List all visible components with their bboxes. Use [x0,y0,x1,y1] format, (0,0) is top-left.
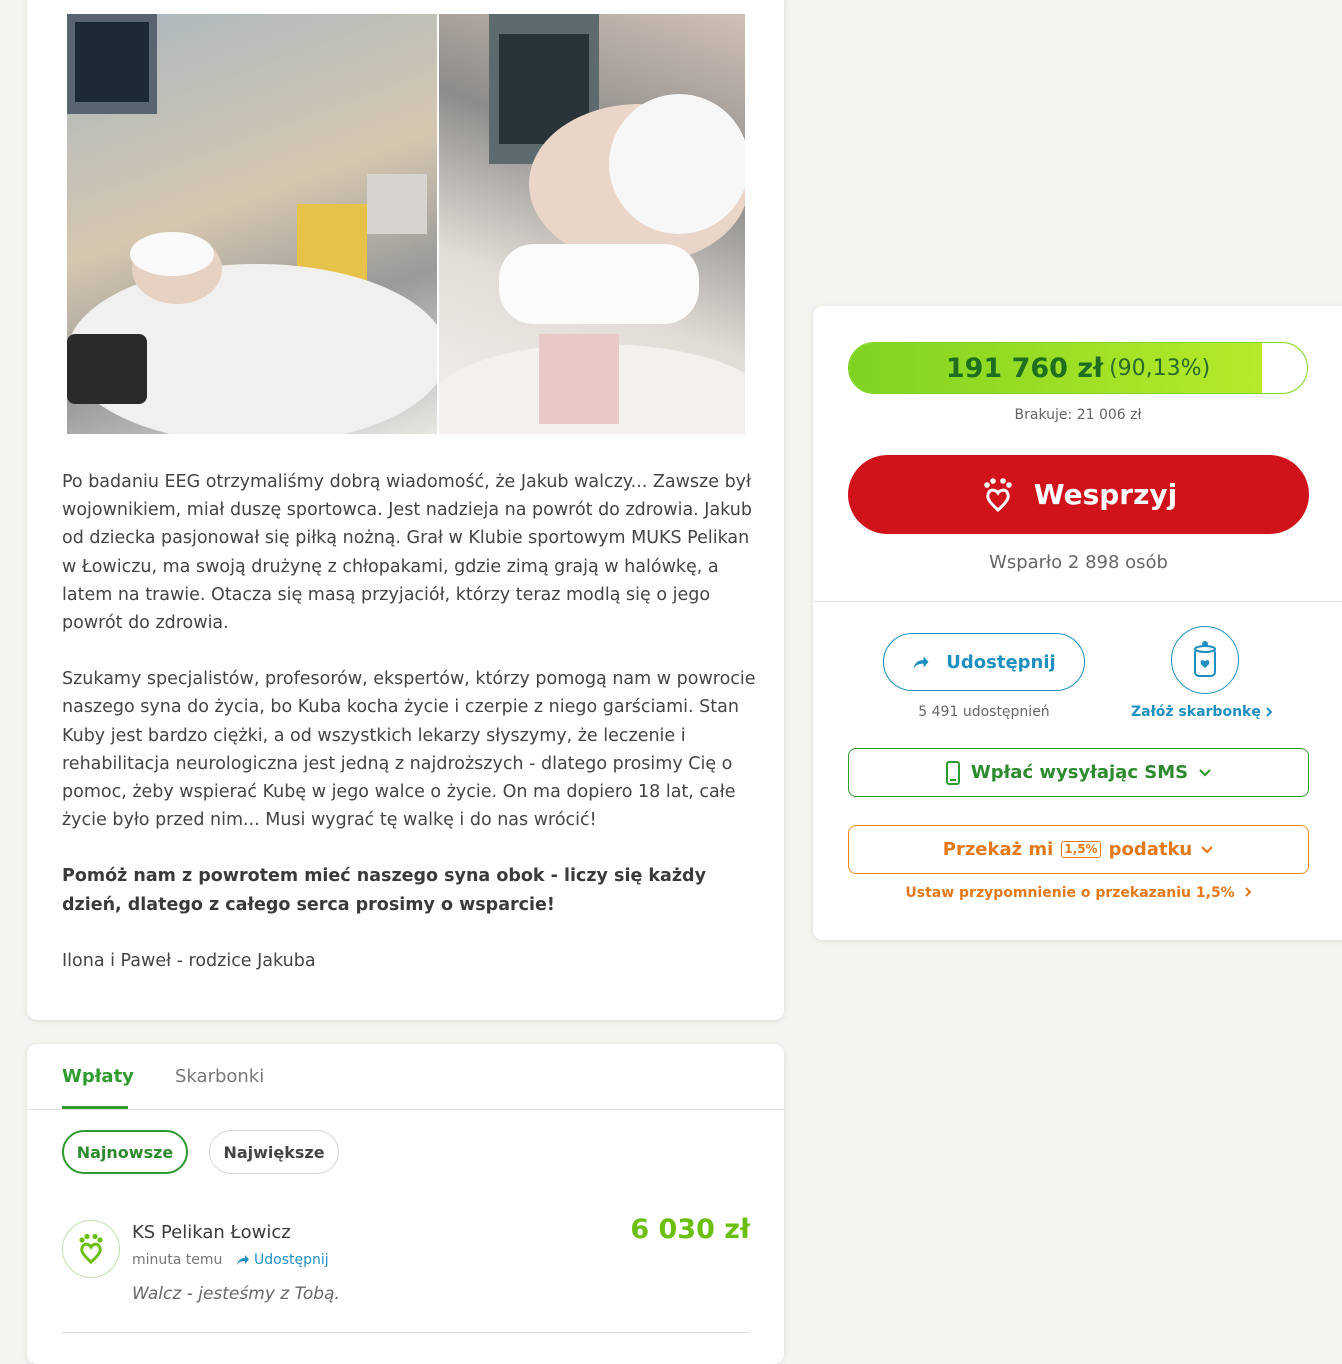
story-signature: Ilona i Paweł - rodzice Jakuba [62,950,316,971]
share-button[interactable]: Udostępnij [883,633,1085,691]
create-piggy-bank-link[interactable]: Załóż skarbonkę [1131,704,1281,720]
donation-amount: 6 030 zł [630,1214,750,1245]
raised-amount: 191 760 zł [945,352,1104,384]
avatar [62,1220,120,1278]
story-paragraph: Po badaniu EEG otrzymaliśmy dobrą wiadom… [62,472,752,634]
story-text: Po badaniu EEG otrzymaliśmy dobrą wiadom… [62,468,762,1003]
story-appeal: Pomóż nam z powrotem mieć naszego syna o… [62,866,706,915]
donation-message: Walcz - jesteśmy z Tobą. [132,1284,340,1304]
phone-icon [945,760,960,785]
support-button-label: Wesprzyj [1033,478,1178,511]
divider [813,601,1342,602]
active-tab-indicator [62,1106,128,1109]
share-arrow-icon [913,655,929,669]
tab-donations[interactable]: Wpłaty [62,1066,134,1087]
filter-newest-button[interactable]: Najnowsze [62,1130,188,1174]
support-button[interactable]: Wesprzyj [848,455,1309,534]
tax-label-start: Przekaż mi [942,839,1054,860]
chevron-down-icon [1199,768,1211,777]
raised-percent: (90,13%) [1109,355,1211,381]
tax-donation-button[interactable]: Przekaż mi 1,5% podatku [848,825,1309,874]
divider [62,1332,750,1333]
support-card: 191 760 zł (90,13%) Brakuje: 21 006 zł W… [813,306,1342,940]
chevron-right-icon [1244,887,1252,897]
story-card: Po badaniu EEG otrzymaliśmy dobrą wiadom… [27,0,784,1020]
shares-count: 5 491 udostępnień [918,704,1050,720]
sms-donation-button[interactable]: Wpłać wysyłając SMS [848,748,1309,797]
tab-piggy-banks[interactable]: Skarbonki [175,1066,264,1087]
story-paragraph: Szukamy specjalistów, profesorów, eksper… [62,669,756,831]
progress-bar: 191 760 zł (90,13%) [848,342,1308,394]
heart-hand-icon [983,477,1012,512]
donation-share-label: Udostępnij [254,1252,329,1268]
tax-percent-badge: 1,5% [1061,841,1101,858]
filter-largest-button[interactable]: Największe [209,1130,339,1174]
donation-time: minuta temu [132,1252,223,1268]
photo-hospital-bed [67,14,437,434]
donor-name: KS Pelikan Łowicz [132,1222,291,1243]
piggy-bank-icon [1194,641,1216,677]
tax-reminder-link[interactable]: Ustaw przypomnienie o przekazaniu 1,5% [848,885,1309,901]
missing-amount: Brakuje: 21 006 zł [1014,407,1142,423]
donations-card: Wpłaty Skarbonki Najnowsze Największe KS… [27,1044,784,1364]
chevron-right-icon [1266,707,1273,717]
donations-tabs: Wpłaty Skarbonki [27,1044,784,1110]
heart-hand-icon [79,1233,103,1265]
progress-text: 191 760 zł (90,13%) [849,343,1307,393]
create-piggy-bank-button[interactable] [1171,626,1239,694]
create-piggy-bank-label: Załóż skarbonkę [1131,704,1261,720]
supporters-count: Wsparło 2 898 osób [989,552,1168,573]
chevron-down-icon [1201,845,1214,854]
share-button-label: Udostępnij [946,651,1056,673]
tax-label-end: podatku [1108,839,1193,860]
sms-button-label: Wpłać wysyłając SMS [970,762,1189,783]
tax-reminder-label: Ustaw przypomnienie o przekazaniu 1,5% [905,885,1235,901]
story-photos[interactable] [67,14,745,434]
share-arrow-icon [237,1255,249,1265]
photo-icu-patient [439,14,745,434]
donation-share-link[interactable]: Udostępnij [236,1252,329,1268]
